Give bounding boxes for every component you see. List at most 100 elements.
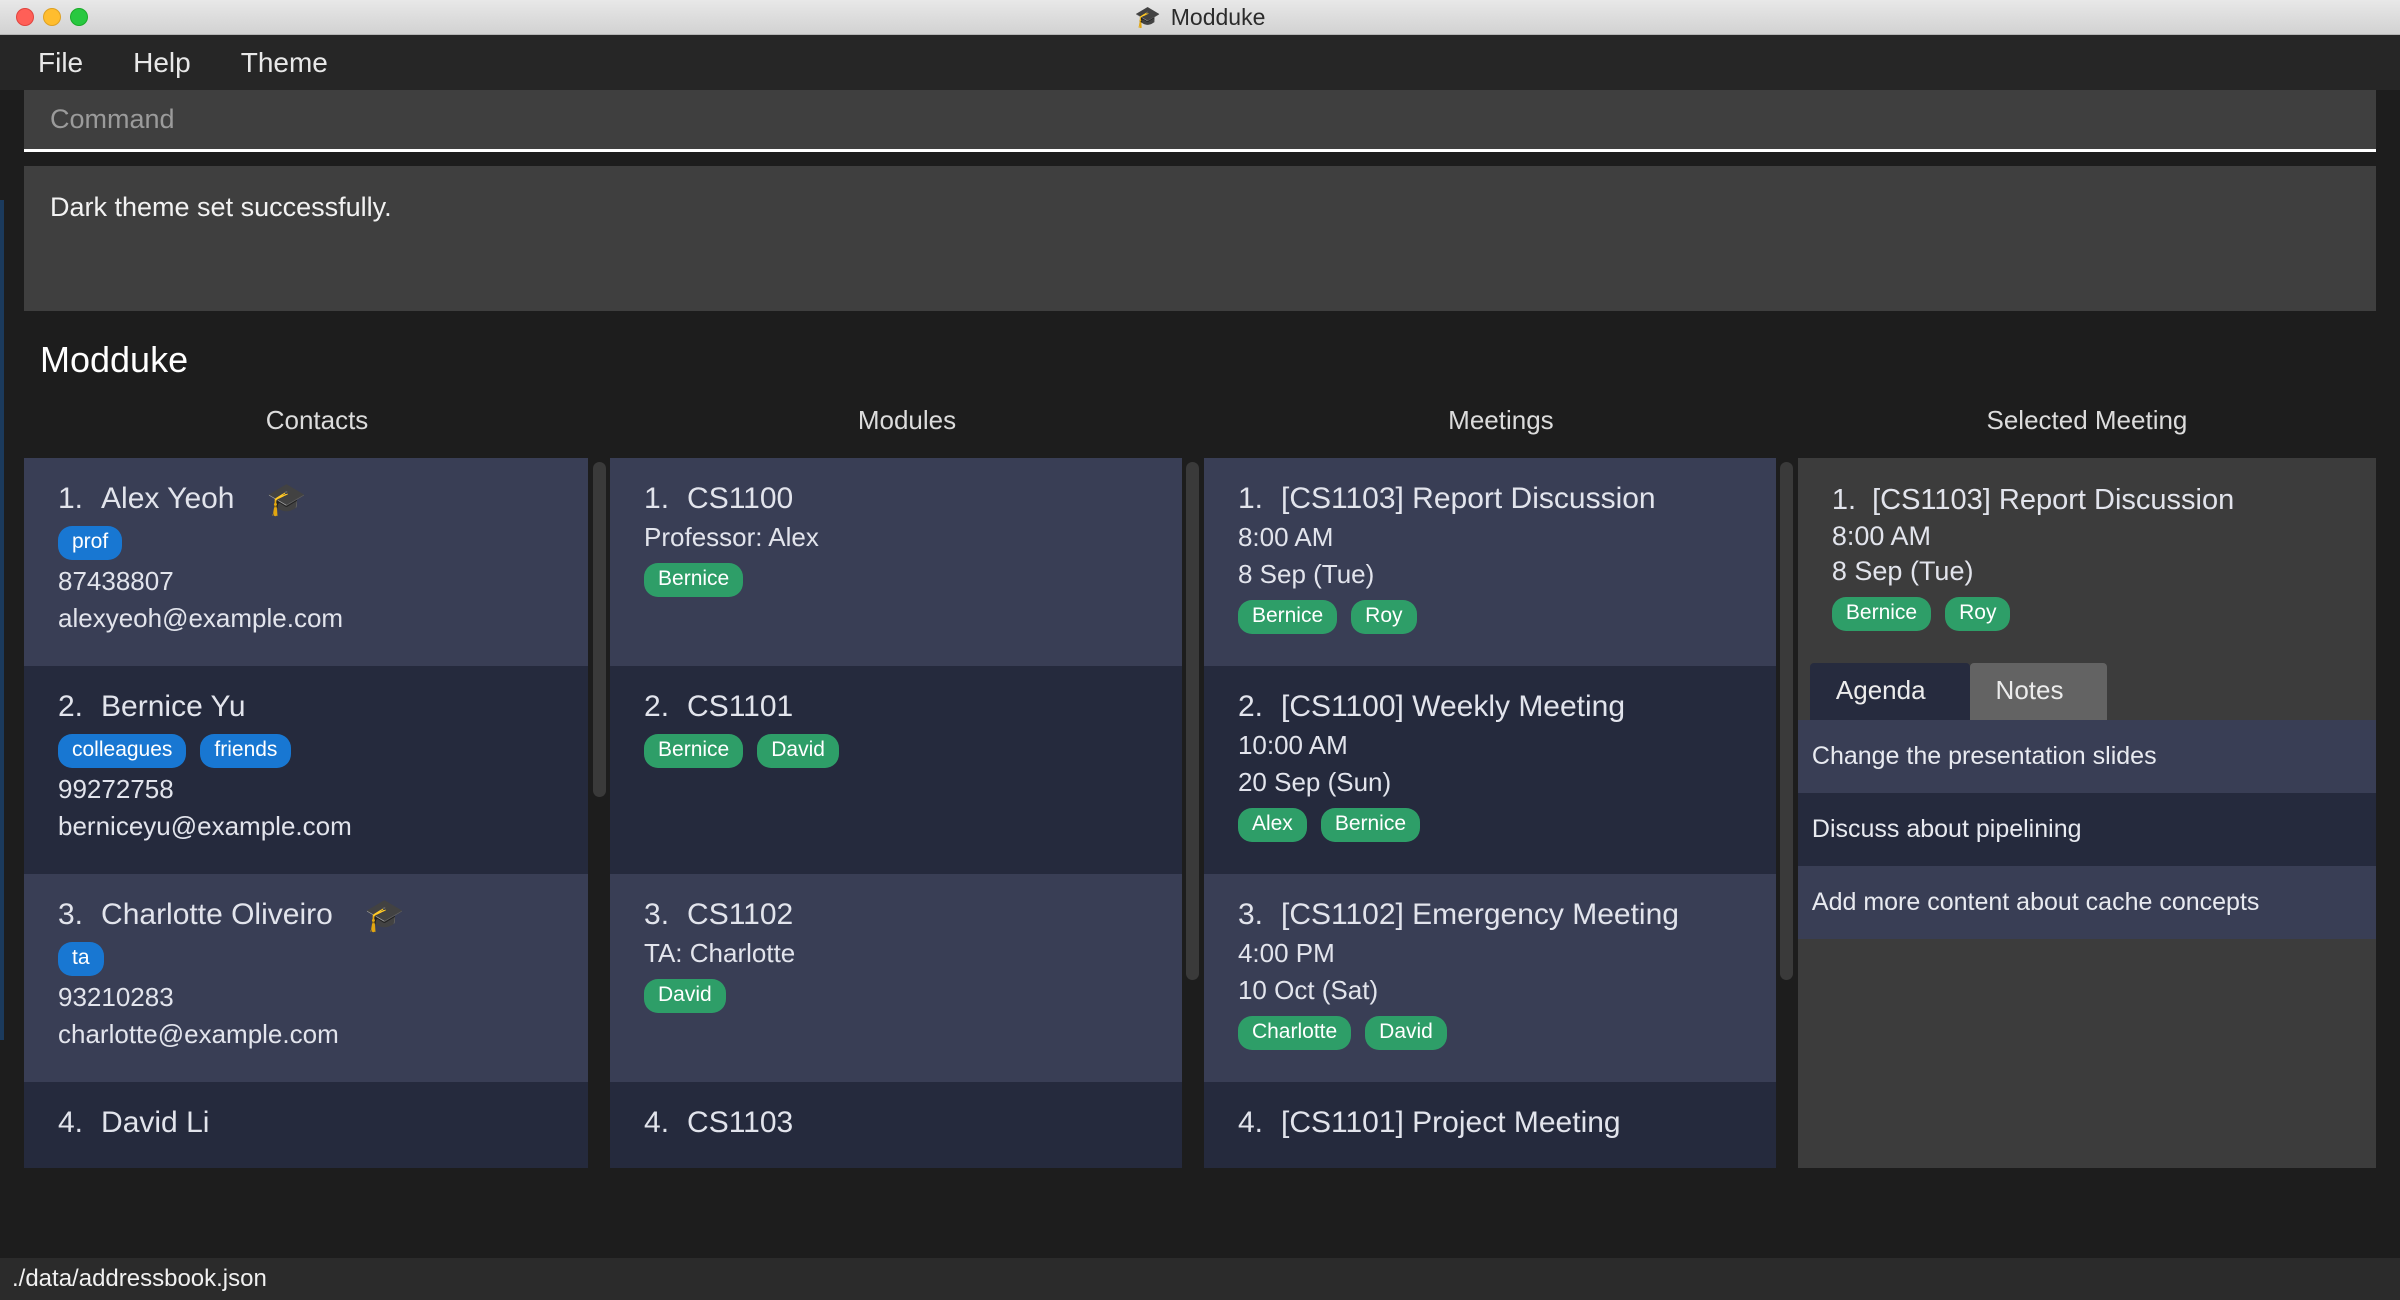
result-display: Dark theme set successfully.: [24, 166, 2376, 311]
menu-item-help[interactable]: Help: [127, 45, 197, 81]
contact-tags: ta: [58, 942, 554, 977]
menu-item-file[interactable]: File: [32, 45, 89, 81]
module-card[interactable]: 2. CS1101 Bernice David: [610, 666, 1182, 874]
tab-notes[interactable]: Notes: [1969, 663, 2108, 721]
contacts-scrollbar-thumb[interactable]: [592, 462, 606, 797]
modules-scrollbar-thumb[interactable]: [1186, 462, 1200, 980]
page-title: Modduke: [40, 339, 189, 380]
contacts-scrollbar[interactable]: [588, 458, 611, 1168]
selected-meeting-summary: 1. [CS1103] Report Discussion 8:00 AM 8 …: [1798, 458, 2376, 649]
module-index: 4.: [644, 1106, 670, 1139]
contacts-header: Contacts: [265, 405, 369, 435]
contact-index: 3.: [58, 898, 84, 931]
tag[interactable]: ta: [58, 942, 104, 977]
contact-email: berniceyu@example.com: [58, 811, 352, 842]
meeting-card[interactable]: 4. [CS1101] Project Meeting: [1203, 1082, 1776, 1168]
meeting-card[interactable]: 3. [CS1102] Emergency Meeting 4:00 PM 10…: [1203, 874, 1776, 1082]
command-box-wrapper: Command: [0, 90, 2400, 152]
graduation-cap-icon: 🎓: [266, 481, 307, 517]
meeting-card[interactable]: 1. [CS1103] Report Discussion 8:00 AM 8 …: [1203, 458, 1776, 666]
modules-scrollbar[interactable]: [1181, 458, 1204, 1168]
tag[interactable]: colleagues: [58, 734, 187, 769]
module-title-row: 1. CS1100: [644, 482, 1148, 516]
meeting-date: 8 Sep (Tue): [1237, 559, 1375, 589]
member-tag[interactable]: Charlotte: [1237, 1016, 1352, 1051]
meeting-index: 4.: [1237, 1106, 1263, 1139]
contact-card[interactable]: 2. Bernice Yu colleagues friends 9927275…: [24, 666, 589, 874]
meeting-members: Bernice Roy: [1237, 600, 1742, 635]
module-card[interactable]: 4. CS1103: [610, 1082, 1182, 1168]
contact-tags: prof: [58, 526, 554, 561]
meetings-list[interactable]: 1. [CS1103] Report Discussion 8:00 AM 8 …: [1203, 458, 1776, 1168]
contact-title-row: 2. Bernice Yu: [58, 690, 554, 724]
contact-card[interactable]: 3. Charlotte Oliveiro 🎓 ta 93210283 char…: [24, 874, 589, 1082]
selected-meeting-time: 8:00 AM: [1831, 521, 1931, 551]
left-edge-accent: [0, 200, 4, 1040]
meetings-list-area: 1. [CS1103] Report Discussion 8:00 AM 8 …: [1203, 458, 1798, 1168]
meeting-title-row: 1. [CS1103] Report Discussion: [1238, 482, 1742, 516]
modules-list[interactable]: 1. CS1100 Professor: Alex Bernice 2. CS1…: [610, 458, 1182, 1168]
module-role: Professor: Alex: [644, 522, 819, 552]
graduation-cap-icon: 🎓: [1134, 5, 1161, 29]
meeting-name: [CS1100] Weekly Meeting: [1280, 690, 1626, 723]
meeting-card[interactable]: 2. [CS1100] Weekly Meeting 10:00 AM 20 S…: [1203, 666, 1776, 874]
meeting-title-row: 4. [CS1101] Project Meeting: [1238, 1106, 1742, 1140]
meeting-members: Charlotte David: [1237, 1016, 1742, 1051]
member-tag[interactable]: Bernice: [1831, 597, 1932, 632]
contact-card[interactable]: 4. David Li: [24, 1082, 589, 1168]
meetings-scrollbar-thumb[interactable]: [1780, 462, 1794, 980]
meeting-index: 3.: [1237, 898, 1263, 931]
member-tag[interactable]: Roy: [1945, 597, 2011, 632]
member-tag[interactable]: David: [757, 734, 839, 769]
agenda-item[interactable]: Add more content about cache concepts: [1797, 866, 2376, 940]
module-members: Bernice: [644, 563, 1148, 598]
modules-list-area: 1. CS1100 Professor: Alex Bernice 2. CS1…: [610, 458, 1204, 1168]
meeting-time: 4:00 PM: [1237, 938, 1335, 968]
meeting-time: 8:00 AM: [1237, 522, 1334, 552]
meeting-name: [CS1102] Emergency Meeting: [1280, 898, 1679, 931]
member-tag[interactable]: Bernice: [644, 563, 744, 598]
member-tag[interactable]: Bernice: [1320, 808, 1421, 843]
menu-item-theme[interactable]: Theme: [235, 45, 334, 81]
contact-card[interactable]: 1. Alex Yeoh 🎓 prof 87438807 alexyeoh@ex…: [24, 458, 589, 666]
agenda-item[interactable]: Discuss about pipelining: [1797, 793, 2376, 867]
contact-index: 1.: [58, 482, 84, 515]
selected-meeting-date: 8 Sep (Tue): [1831, 556, 1974, 586]
meetings-scrollbar[interactable]: [1775, 458, 1798, 1168]
module-members: David: [644, 979, 1148, 1014]
agenda-item[interactable]: Change the presentation slides: [1797, 720, 2376, 794]
module-card[interactable]: 3. CS1102 TA: Charlotte David: [610, 874, 1182, 1082]
meeting-title-row: 3. [CS1102] Emergency Meeting: [1238, 898, 1742, 932]
contacts-column: Contacts 1. Alex Yeoh 🎓 prof 87438807 al…: [24, 405, 611, 1168]
member-tag[interactable]: David: [644, 979, 726, 1014]
member-tag[interactable]: Roy: [1351, 600, 1417, 635]
contact-name: Charlotte Oliveiro: [101, 898, 333, 931]
module-title-row: 3. CS1102: [644, 898, 1148, 932]
window-title: 🎓 Modduke: [0, 0, 2400, 34]
tag[interactable]: friends: [200, 734, 292, 769]
module-card[interactable]: 1. CS1100 Professor: Alex Bernice: [610, 458, 1182, 666]
member-tag[interactable]: Bernice: [644, 734, 744, 769]
module-code: CS1101: [687, 690, 794, 723]
status-bar: ./data/addressbook.json: [0, 1258, 2400, 1300]
selected-meeting-index: 1.: [1831, 484, 1857, 516]
result-message: Dark theme set successfully.: [50, 192, 392, 222]
menu-bar: File Help Theme: [0, 35, 2400, 90]
module-title-row: 2. CS1101: [644, 690, 1148, 724]
window-titlebar: 🎓 Modduke: [0, 0, 2400, 35]
selected-meeting-tabs: Agenda Notes: [1798, 649, 2376, 721]
selected-meeting-title-row: 1. [CS1103] Report Discussion: [1832, 484, 2342, 517]
contact-email: charlotte@example.com: [58, 1019, 339, 1050]
command-input[interactable]: Command: [24, 90, 2376, 152]
modules-header: Modules: [857, 405, 957, 435]
member-tag[interactable]: Alex: [1237, 808, 1307, 843]
module-index: 2.: [644, 690, 670, 723]
contact-name: David Li: [101, 1106, 210, 1139]
contacts-list[interactable]: 1. Alex Yeoh 🎓 prof 87438807 alexyeoh@ex…: [24, 458, 589, 1168]
contact-index: 4.: [58, 1106, 84, 1139]
tag[interactable]: prof: [58, 526, 123, 561]
member-tag[interactable]: Bernice: [1237, 600, 1338, 635]
member-tag[interactable]: David: [1365, 1016, 1447, 1051]
module-index: 3.: [644, 898, 670, 931]
tab-agenda[interactable]: Agenda: [1809, 663, 1970, 721]
